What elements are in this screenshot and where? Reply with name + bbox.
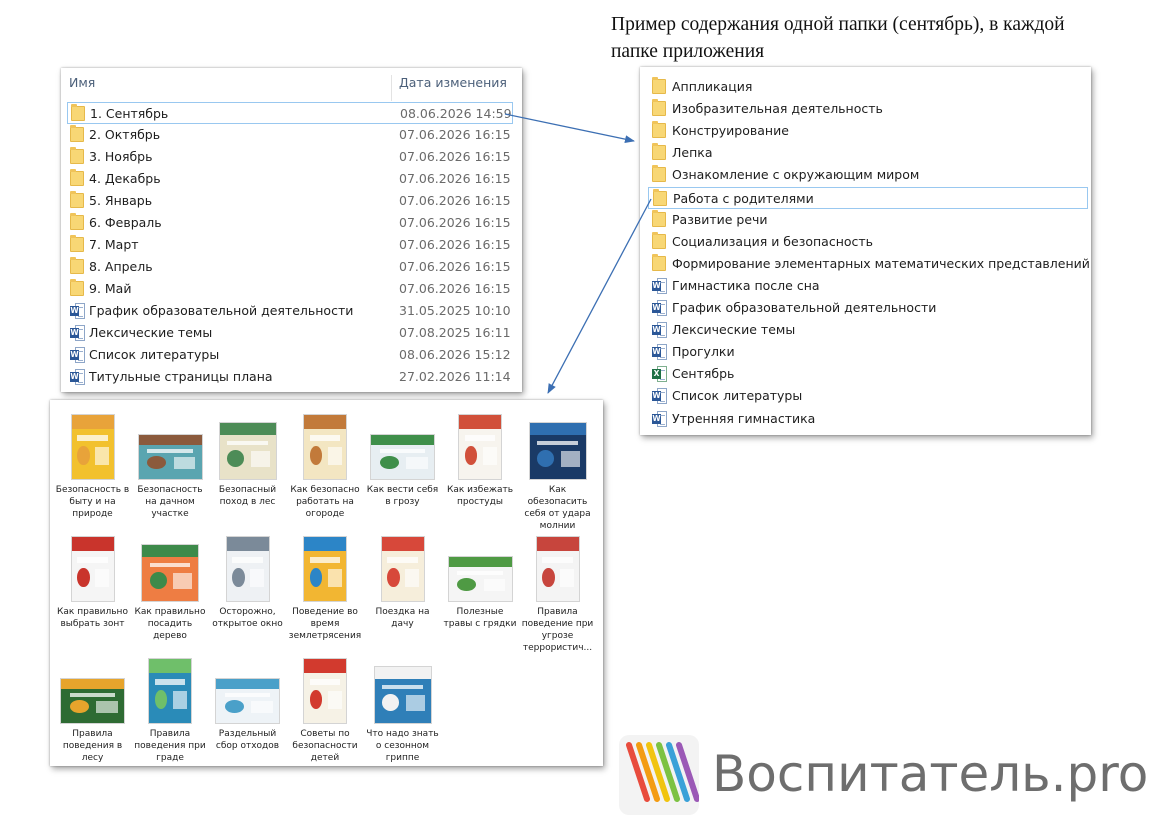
brand-name: Воспитатель.pro: [712, 745, 1149, 803]
pencils-logo-icon: [619, 735, 699, 815]
arrow-to-september-contents: [504, 113, 635, 144]
connector-arrows: [504, 113, 652, 394]
arrow-to-parents-thumbnails: [547, 198, 652, 394]
